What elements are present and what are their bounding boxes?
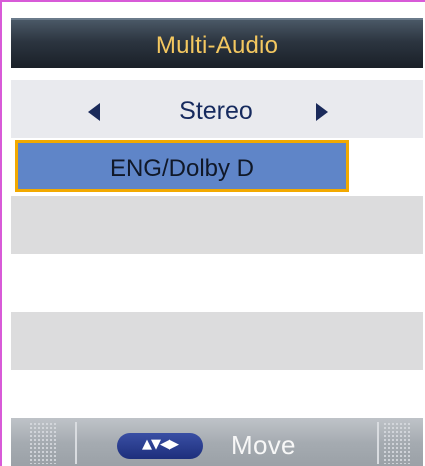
panel-header: Multi-Audio: [11, 18, 423, 68]
divider: [377, 422, 379, 464]
audio-mode-value: Stereo: [179, 97, 253, 125]
selected-track-highlight[interactable]: ENG/Dolby D: [15, 140, 349, 192]
grip-texture: [383, 422, 411, 464]
move-hint-label: Move: [231, 430, 296, 460]
list-item[interactable]: ENG/Dolby D: [11, 138, 423, 196]
list-item[interactable]: [11, 254, 423, 312]
directional-arrows-icon: ▲▼◀▶: [117, 433, 203, 459]
grip-texture: [29, 422, 57, 464]
divider: [75, 422, 77, 464]
panel-footer: ▲▼◀▶ Move: [11, 418, 423, 466]
list-item[interactable]: [11, 196, 423, 254]
audio-track-list: ENG/Dolby D: [11, 138, 423, 428]
screen-frame: Multi-Audio Stereo ENG/Dolby D ▲▼◀▶ Move: [0, 0, 425, 466]
multi-audio-panel: Multi-Audio Stereo ENG/Dolby D ▲▼◀▶ Move: [11, 14, 423, 466]
triangle-left-icon[interactable]: [88, 103, 100, 121]
audio-mode-selector[interactable]: Stereo: [11, 80, 423, 138]
triangle-right-icon[interactable]: [316, 103, 328, 121]
nav-arrow-symbols: ▲▼◀▶: [142, 437, 179, 452]
panel-title: Multi-Audio: [155, 32, 279, 59]
track-label: ENG/Dolby D: [109, 155, 255, 182]
list-item[interactable]: [11, 312, 423, 370]
